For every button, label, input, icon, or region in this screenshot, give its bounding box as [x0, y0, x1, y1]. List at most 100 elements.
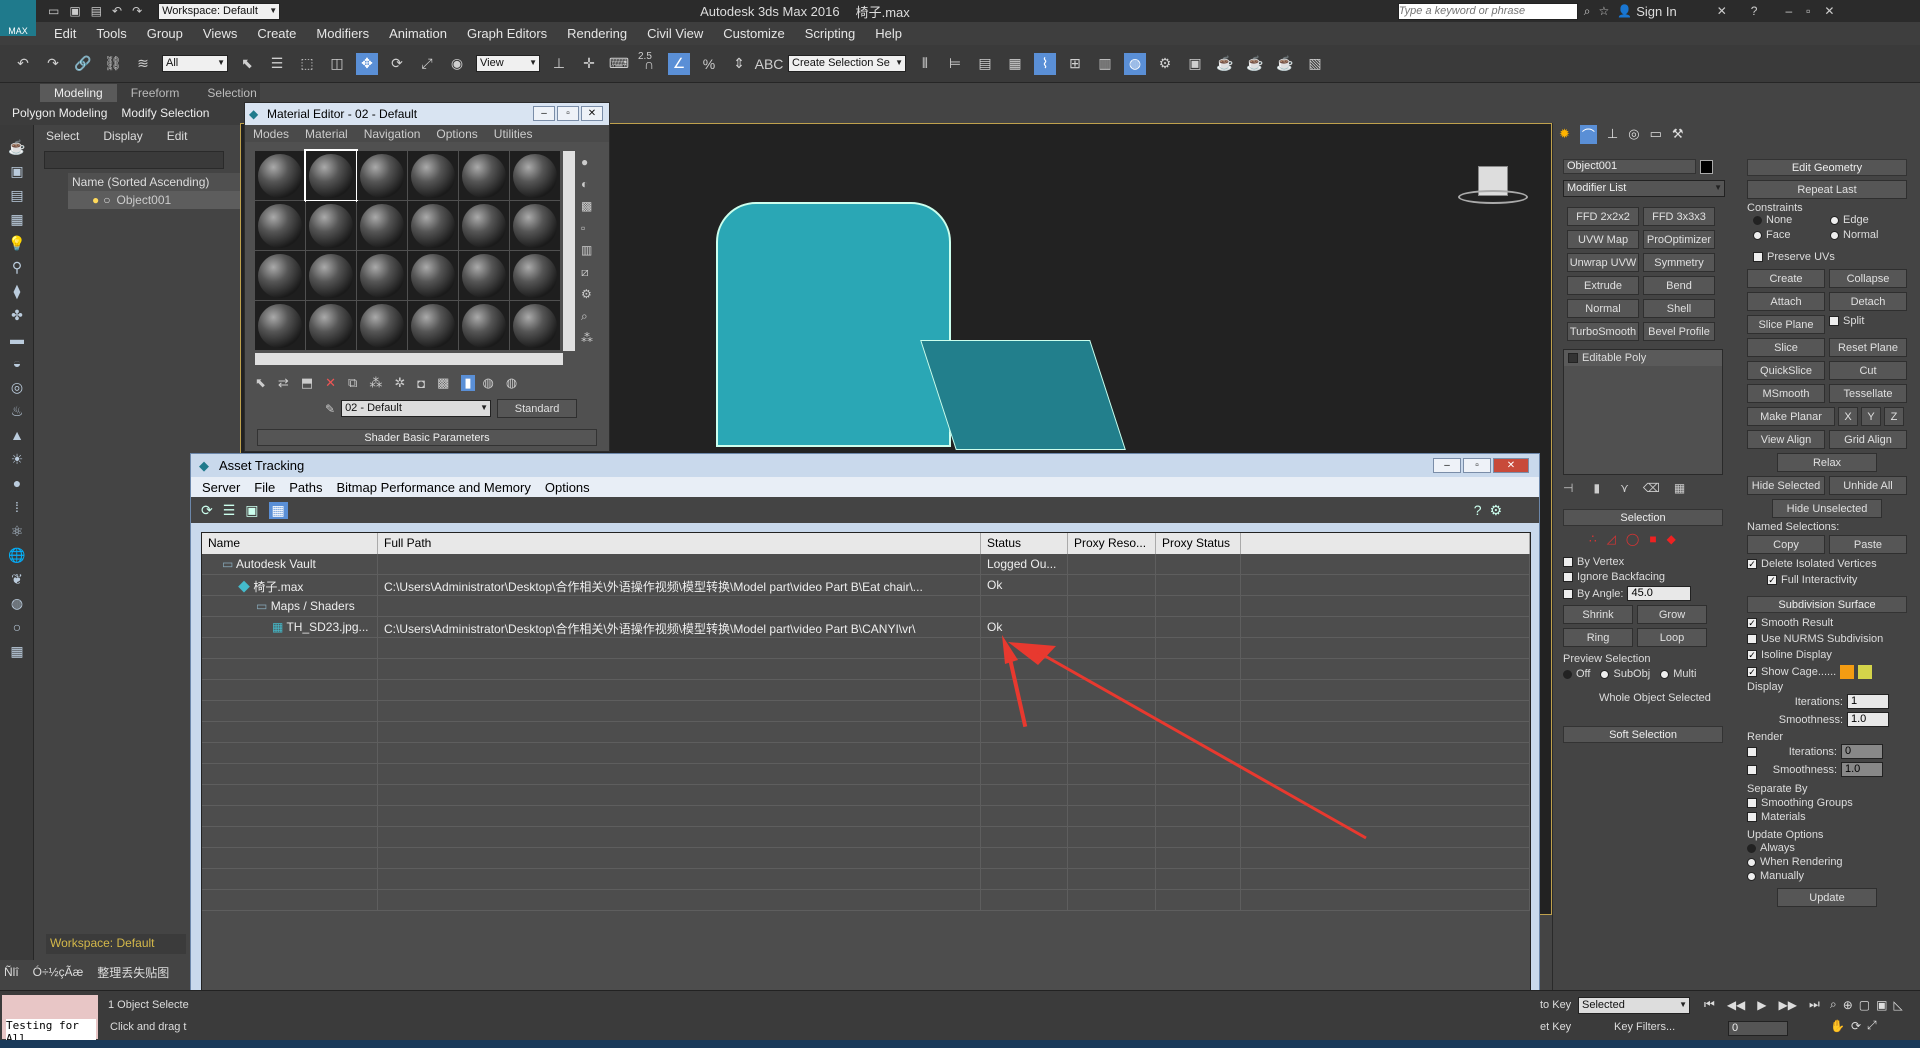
mod-extrude-button[interactable]: Extrude [1567, 276, 1639, 295]
mat-menu-material[interactable]: Material [305, 127, 348, 141]
explorer-menu-edit[interactable]: Edit [167, 129, 188, 143]
bottom-tab-3[interactable]: 整理丢失贴图 [97, 964, 169, 981]
select-by-name-icon[interactable]: ☰ [266, 53, 288, 75]
ref-coord-dropdown[interactable]: View [476, 55, 540, 72]
reset-map-icon[interactable]: ✕ [325, 375, 336, 391]
edit-geometry-rollout[interactable]: Edit Geometry [1747, 159, 1907, 176]
full-interactivity-checkbox[interactable]: ✓ [1767, 575, 1777, 586]
object-color-swatch[interactable] [1699, 159, 1713, 174]
when-rendering-radio[interactable] [1747, 857, 1756, 867]
sign-in-link[interactable]: Sign In [1636, 4, 1676, 19]
axis-x-button[interactable]: X [1838, 407, 1858, 426]
explorer-menu-select[interactable]: Select [46, 129, 79, 143]
ball-icon[interactable]: ○ [7, 617, 27, 637]
mirror-icon[interactable]: ⫴ [914, 53, 936, 75]
menu-modifiers[interactable]: Modifiers [316, 26, 369, 41]
show-end-icon[interactable]: ▮ [1593, 481, 1600, 495]
mat-menu-options[interactable]: Options [436, 127, 477, 141]
go-parent-icon[interactable]: ◍ [483, 375, 494, 391]
menu-create[interactable]: Create [257, 26, 296, 41]
prev-frame-icon[interactable]: ◀◀ [1727, 998, 1745, 1012]
angle-spinner[interactable]: 45.0 [1627, 586, 1692, 601]
preview-multi-radio[interactable] [1660, 669, 1670, 679]
table-row[interactable] [202, 848, 1530, 869]
zoom-extents-all-icon[interactable]: ▣ [1876, 998, 1887, 1012]
close-x-icon[interactable]: ✕ [1717, 4, 1727, 18]
by-vertex-checkbox[interactable] [1563, 557, 1573, 568]
material-name-dropdown[interactable]: 02 - Default [341, 400, 492, 417]
hide-unselected-button[interactable]: Hide Unselected [1772, 499, 1882, 518]
pivot-icon[interactable]: ⊥ [548, 53, 570, 75]
window-crossing-icon[interactable]: ◫ [326, 53, 348, 75]
mat-menu-modes[interactable]: Modes [253, 127, 289, 141]
mod-prooptimizer-button[interactable]: ProOptimizer [1643, 230, 1715, 249]
isoline-checkbox[interactable]: ✓ [1747, 650, 1757, 661]
put-to-scene-icon[interactable]: ⇄ [278, 375, 289, 391]
mod-ffd2-button[interactable]: FFD 2x2x2 [1567, 207, 1639, 226]
create-button[interactable]: Create [1747, 269, 1825, 288]
material-slot[interactable] [357, 201, 407, 250]
material-slot[interactable] [510, 201, 560, 250]
paste-button[interactable]: Paste [1829, 535, 1907, 554]
zoom-extents-icon[interactable]: ▢ [1859, 998, 1870, 1012]
use-nurms-checkbox[interactable] [1747, 634, 1757, 645]
menu-help[interactable]: Help [875, 26, 902, 41]
material-slot[interactable] [255, 201, 305, 250]
particle-icon[interactable]: ✤ [7, 305, 27, 325]
teapot-icon[interactable]: ☕ [7, 137, 27, 157]
remove-modifier-icon[interactable]: ⌫ [1643, 481, 1660, 495]
reset-plane-button[interactable]: Reset Plane [1829, 338, 1907, 357]
asset-menu-file[interactable]: File [254, 480, 275, 495]
render-production-icon[interactable]: ☕ [1214, 53, 1236, 75]
play-icon[interactable]: ▶ [1757, 998, 1766, 1012]
explorer-menu-display[interactable]: Display [103, 129, 142, 143]
make-preview-icon[interactable]: ⧄ [581, 261, 603, 283]
ignore-backfacing-checkbox[interactable] [1563, 572, 1573, 583]
show-map-icon[interactable]: ▩ [437, 375, 449, 391]
render-iterations-checkbox[interactable] [1747, 746, 1757, 757]
hemisphere-icon[interactable]: ◒ [7, 353, 27, 373]
material-slot[interactable] [408, 251, 458, 300]
asset-menu-server[interactable]: Server [202, 480, 240, 495]
menu-tools[interactable]: Tools [96, 26, 126, 41]
material-editor-icon[interactable]: ◍ [1124, 52, 1146, 75]
sphere-icon[interactable]: ● [7, 473, 27, 493]
menu-animation[interactable]: Animation [389, 26, 447, 41]
move-icon[interactable]: ✥ [356, 52, 378, 75]
scene-object-item[interactable]: Object001 [117, 193, 172, 207]
cage-color-1[interactable] [1840, 665, 1855, 679]
grow-button[interactable]: Grow [1637, 605, 1707, 624]
material-slot[interactable] [459, 251, 509, 300]
pin-stack-icon[interactable]: ⊣ [1563, 481, 1573, 495]
make-unique-stack-icon[interactable]: ⋎ [1620, 481, 1629, 495]
smoothing-groups-checkbox[interactable] [1747, 798, 1757, 809]
table-row[interactable]: ◆ 椅子.max C:\Users\Administrator\Desktop\… [202, 575, 1530, 596]
asset-menu-bitmap[interactable]: Bitmap Performance and Memory [337, 480, 531, 495]
orbit-icon[interactable]: ⟳ [1851, 1019, 1861, 1033]
render-iterations-spinner[interactable]: 0 [1841, 744, 1883, 759]
go-sibling-icon[interactable]: ◍ [506, 375, 517, 391]
render-smoothness-spinner[interactable]: 1.0 [1841, 762, 1883, 777]
selection-filter-dropdown[interactable]: All [162, 55, 228, 72]
material-slot[interactable] [255, 151, 305, 200]
preview-subobj-radio[interactable] [1600, 669, 1610, 679]
subtab-polygon-modeling[interactable]: Polygon Modeling [12, 106, 107, 120]
slice-button[interactable]: Slice [1747, 338, 1825, 357]
frame-spinner[interactable]: 0 [1728, 1021, 1788, 1036]
max-logo-icon[interactable]: MAX [0, 0, 36, 36]
get-material-icon[interactable]: ⬉ [255, 375, 266, 391]
bottom-tab-1[interactable]: Ñlî [4, 965, 19, 979]
preview-off-radio[interactable] [1563, 669, 1572, 679]
navigator-icon[interactable]: ⁂ [581, 327, 603, 349]
mod-symmetry-button[interactable]: Symmetry [1643, 253, 1715, 272]
col-name[interactable]: Name [202, 533, 378, 554]
quick-access-icons[interactable]: ▭▣▤↶↷ [48, 4, 152, 18]
material-slot[interactable] [510, 301, 560, 350]
eyedropper-icon[interactable]: ✎ [325, 402, 335, 416]
shell-icon[interactable]: ◍ [7, 593, 27, 613]
percent-snap-icon[interactable]: % [698, 53, 720, 75]
attach-button[interactable]: Attach [1747, 292, 1825, 311]
next-frame-icon[interactable]: ▶▶ [1779, 998, 1797, 1012]
cone-icon[interactable]: ▲ [7, 425, 27, 445]
hierarchy-tab-icon[interactable]: ⊥ [1607, 126, 1618, 142]
